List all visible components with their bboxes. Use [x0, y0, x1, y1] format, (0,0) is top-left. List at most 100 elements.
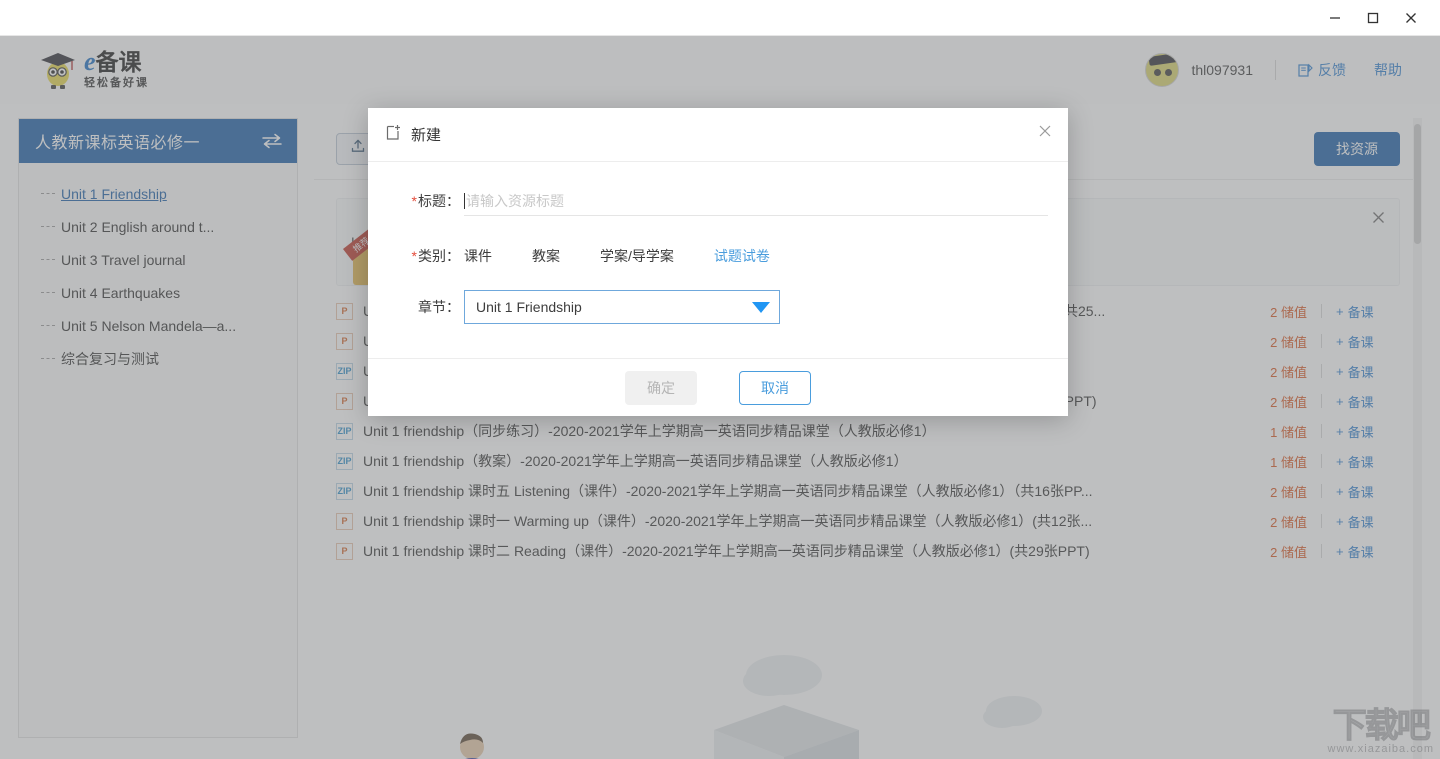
app-logo: e备课 轻松备好课 [38, 48, 149, 90]
ppt-file-icon: P [336, 302, 353, 320]
help-button[interactable]: 帮助 [1374, 60, 1402, 80]
main-scrollbar[interactable] [1413, 118, 1422, 759]
sidebar-item-review[interactable]: 综合复习与测试 [39, 342, 297, 375]
table-row[interactable]: P Unit 1 friendship 课时二 Reading（课件）-2020… [336, 536, 1400, 566]
category-option-study-guide[interactable]: 学案/导学案 [600, 246, 674, 266]
file-credits: 1 储值 [1270, 454, 1307, 470]
window-title-bar [0, 0, 1440, 36]
prepare-lesson-button[interactable]: + 备课 [1336, 512, 1398, 531]
row-divider [1321, 334, 1322, 348]
title-input-placeholder: 请输入资源标题 [466, 192, 564, 209]
prepare-lesson-button[interactable]: + 备课 [1336, 422, 1398, 441]
category-option-exam-paper[interactable]: 试题试卷 [714, 246, 770, 266]
file-credits: 1 储值 [1270, 424, 1307, 440]
row-divider [1321, 424, 1322, 438]
prepare-lesson-button[interactable]: + 备课 [1336, 332, 1398, 351]
table-row[interactable]: ZIP Unit 1 friendship（教案）-2020-2021学年上学期… [336, 446, 1400, 476]
category-field-label: *类别： [411, 248, 460, 264]
chapter-field-row: 章节： Unit 1 Friendship [388, 290, 1048, 324]
header-divider [1275, 60, 1276, 80]
find-resource-label: 找资源 [1336, 141, 1378, 157]
logo-main-text: 备课 [95, 49, 142, 75]
ppt-file-icon: P [336, 512, 353, 530]
tree-dash-icon [41, 358, 55, 359]
sidebar-item-unit-1[interactable]: Unit 1 Friendship [39, 177, 297, 210]
file-credits: 2 储值 [1270, 394, 1307, 410]
prepare-lesson-button[interactable]: + 备课 [1336, 452, 1398, 471]
row-divider [1321, 394, 1322, 408]
tree-dash-icon [41, 292, 55, 293]
table-row[interactable]: P Unit 1 friendship 课时一 Warming up（课件）-2… [336, 506, 1400, 536]
feedback-button[interactable]: 反馈 [1298, 60, 1346, 80]
sidebar-item-label: Unit 3 Travel journal [61, 251, 186, 268]
prepare-lesson-button[interactable]: + 备课 [1336, 302, 1398, 321]
sidebar-item-unit-5[interactable]: Unit 5 Nelson Mandela—a... [39, 309, 297, 342]
category-options: 课件 教案 学案/导学案 试题试卷 [464, 246, 810, 266]
chapter-field-label: 章节： [418, 299, 460, 315]
minimize-icon[interactable] [1316, 0, 1354, 36]
app-header: e备课 轻松备好课 thl097931 反馈 帮助 [0, 36, 1440, 104]
ppt-file-icon: P [336, 542, 353, 560]
file-name: Unit 1 friendship 课时二 Reading（课件）-2020-2… [363, 543, 1090, 559]
file-name: Unit 1 friendship（教案）-2020-2021学年上学期高一英语… [363, 453, 908, 469]
category-field-row: *类别： 课件 教案 学案/导学案 试题试卷 [388, 246, 1048, 266]
category-option-courseware[interactable]: 课件 [464, 246, 492, 266]
watermark-url: www.xiazaiba.com [1327, 743, 1434, 755]
sidebar-item-label: Unit 2 English around t... [61, 218, 215, 235]
ppt-file-icon: P [336, 392, 353, 410]
logo-e-letter: e [84, 47, 96, 76]
find-resource-button[interactable]: 找资源 [1314, 132, 1400, 166]
banner-close-icon[interactable] [1372, 211, 1385, 229]
sidebar: 人教新课标英语必修一 Unit 1 Friendship Unit 2 Engl… [18, 118, 298, 738]
file-name: Unit 1 friendship（同步练习）-2020-2021学年上学期高一… [363, 423, 936, 439]
prepare-lesson-button[interactable]: + 备课 [1336, 542, 1398, 561]
tree-dash-icon [41, 226, 55, 227]
row-divider [1321, 304, 1322, 318]
file-credits: 2 储值 [1270, 544, 1307, 560]
tree-dash-icon [41, 325, 55, 326]
chapter-select-value: Unit 1 Friendship [476, 299, 582, 315]
zip-file-icon: ZIP [336, 422, 353, 440]
prepare-lesson-button[interactable]: + 备课 [1336, 392, 1398, 411]
prepare-lesson-button[interactable]: + 备课 [1336, 482, 1398, 501]
title-field-row: *标题： 请输入资源标题 [388, 186, 1048, 216]
maximize-icon[interactable] [1354, 0, 1392, 36]
sidebar-item-unit-4[interactable]: Unit 4 Earthquakes [39, 276, 297, 309]
category-option-lesson-plan[interactable]: 教案 [532, 246, 560, 266]
required-marker: * [411, 248, 417, 264]
new-resource-dialog: 新建 *标题： 请输入资源标题 *类别： 课件 教案 学案/导学案 试题试卷 章… [368, 108, 1068, 416]
dialog-close-icon[interactable] [1038, 124, 1052, 143]
swap-icon[interactable] [261, 133, 283, 149]
zip-file-icon: ZIP [336, 452, 353, 470]
sidebar-item-label: Unit 5 Nelson Mandela—a... [61, 317, 237, 334]
table-row[interactable]: ZIP Unit 1 friendship（同步练习）-2020-2021学年上… [336, 416, 1400, 446]
required-marker: * [411, 193, 417, 209]
tree-dash-icon [41, 259, 55, 260]
row-divider [1321, 514, 1322, 528]
ppt-file-icon: P [336, 332, 353, 350]
watermark: 下载吧 www.xiazaiba.com [1327, 709, 1434, 756]
feedback-icon [1298, 63, 1313, 78]
help-label: 帮助 [1374, 62, 1402, 78]
confirm-button[interactable]: 确定 [625, 370, 697, 405]
row-divider [1321, 484, 1322, 498]
title-field-label: *标题： [411, 193, 460, 209]
table-row[interactable]: ZIP Unit 1 friendship 课时五 Listening（课件）-… [336, 476, 1400, 506]
mascot-icon [38, 48, 78, 90]
close-icon[interactable] [1392, 0, 1430, 36]
scrollbar-thumb[interactable] [1414, 124, 1421, 244]
title-input[interactable]: 请输入资源标题 [464, 186, 1048, 216]
sidebar-header: 人教新课标英语必修一 [19, 119, 297, 163]
sidebar-item-unit-3[interactable]: Unit 3 Travel journal [39, 243, 297, 276]
header-right-group: thl097931 反馈 帮助 [1145, 36, 1402, 104]
sidebar-item-unit-2[interactable]: Unit 2 English around t... [39, 210, 297, 243]
app-window: e备课 轻松备好课 thl097931 反馈 帮助 人教新课标英语必修一 Uni… [0, 0, 1440, 759]
empty-state-illustration [314, 625, 1422, 759]
prepare-lesson-button[interactable]: + 备课 [1336, 362, 1398, 381]
chapter-select[interactable]: Unit 1 Friendship [464, 290, 780, 324]
new-document-icon [386, 124, 402, 146]
zip-file-icon: ZIP [336, 482, 353, 500]
avatar[interactable] [1145, 53, 1180, 87]
row-divider [1321, 544, 1322, 558]
cancel-button[interactable]: 取消 [739, 370, 811, 405]
